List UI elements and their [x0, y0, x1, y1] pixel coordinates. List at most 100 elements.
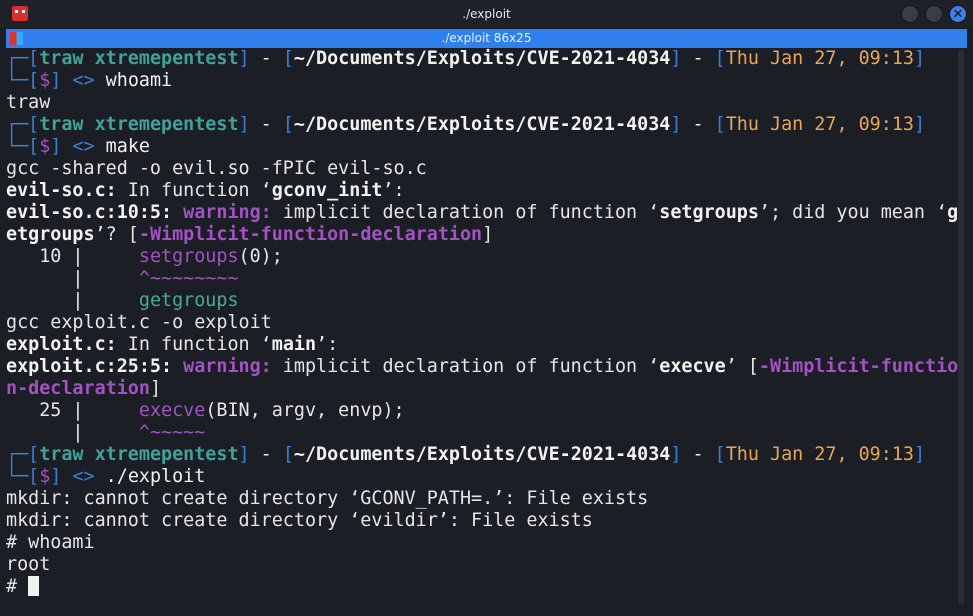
- terminal-line: exploit.c: In function ‘main’:: [6, 334, 954, 356]
- title-bar: ./exploit ✕: [0, 0, 973, 28]
- terminal-text: ’ [: [725, 356, 759, 377]
- terminal-text: -: [249, 48, 283, 69]
- terminal-text: execve: [138, 400, 206, 421]
- terminal-text: [: [282, 48, 294, 69]
- terminal-line: | ^~~~~~~~~: [6, 268, 954, 290]
- terminal-text: ]: [238, 114, 250, 135]
- terminal-text: #: [6, 576, 29, 597]
- terminal-line: root: [6, 554, 954, 576]
- terminal-line: | getgroups: [6, 290, 954, 312]
- terminal-cursor: [28, 576, 40, 596]
- terminal-text: |: [6, 268, 139, 289]
- terminal-text: [: [282, 444, 294, 465]
- terminal-text: -: [681, 114, 715, 135]
- terminal-text: ]: [913, 114, 926, 135]
- terminal-line: #: [6, 576, 954, 598]
- terminal-text: [: [714, 48, 726, 69]
- terminal-text: Thu Jan 27, 09:13: [725, 48, 914, 69]
- terminal-text: exploit.c:25:5:: [6, 356, 184, 377]
- terminal-text: (BIN, argv, envp);: [205, 400, 405, 421]
- terminal-line: mkdir: cannot create directory ‘GCONV_PA…: [6, 488, 954, 510]
- terminal-text: ]: [50, 136, 62, 157]
- terminal-text: -: [681, 48, 715, 69]
- terminal-text: whoami: [105, 70, 173, 91]
- terminal-line: evil-so.c: In function ‘gconv_init’:: [6, 180, 954, 202]
- terminal-text: warning:: [183, 356, 272, 377]
- terminal-text: ]: [670, 444, 682, 465]
- terminal-line: ┌─[traw xtremepentest] - [~/Documents/Ex…: [6, 48, 954, 70]
- terminal-line: └─[$] <> ./exploit: [6, 466, 954, 488]
- terminal-text: implicit declaration of function ‘: [271, 202, 660, 223]
- terminal-line: evil-so.c:10:5: warning: implicit declar…: [6, 202, 958, 224]
- terminal-text: $: [39, 136, 51, 157]
- terminal-text: main: [271, 334, 317, 355]
- terminal-text: ^~~~~~~~~: [138, 268, 239, 289]
- terminal-text: root: [6, 554, 51, 575]
- terminal-text: g: [947, 202, 959, 223]
- terminal-line: | ^~~~~~: [6, 422, 954, 444]
- terminal-text: mkdir: cannot create directory ‘evildir’…: [6, 510, 593, 531]
- terminal-text: gcc -shared -o evil.so -fPIC evil-so.c: [6, 158, 427, 179]
- terminal-line: n-declaration]: [6, 378, 954, 400]
- terminal-text: ’; did you mean ‘: [758, 202, 948, 223]
- terminal-text: In function ‘: [116, 180, 272, 201]
- terminal-text: └─[: [6, 136, 40, 157]
- terminal-text: <>: [61, 70, 106, 91]
- terminal-text: n-declaration: [6, 378, 150, 399]
- terminal-line: └─[$] <> whoami: [6, 70, 954, 92]
- terminal-text: ┌─[: [6, 114, 40, 135]
- terminal-text: [: [282, 114, 294, 135]
- terminal-text: [: [714, 114, 726, 135]
- scrollbar[interactable]: [958, 50, 964, 605]
- terminal-text: 25 |: [6, 400, 139, 421]
- terminal-text: warning:: [183, 202, 272, 223]
- terminal-text: [: [714, 444, 726, 465]
- terminal-text: exploit.c:: [6, 334, 117, 355]
- terminal-text: 10 |: [6, 246, 139, 267]
- terminal-text: execve: [659, 356, 726, 377]
- terminal-output[interactable]: ┌─[traw xtremepentest] - [~/Documents/Ex…: [6, 48, 958, 610]
- terminal-text: (0);: [238, 246, 283, 267]
- terminal-text: -Wimplicit-function-declaration: [138, 224, 483, 245]
- terminal-line: gcc -shared -o evil.so -fPIC evil-so.c: [6, 158, 954, 180]
- terminal-text: ~/Documents/Exploits/CVE-2021-4034: [293, 444, 671, 465]
- terminal-text: evil-so.c:: [6, 180, 117, 201]
- terminal-text: ┌─[: [6, 48, 40, 69]
- terminal-text: ’? [: [94, 224, 139, 245]
- terminal-text: implicit declaration of function ‘: [271, 356, 660, 377]
- terminal-text: ]: [670, 114, 682, 135]
- terminal-line: mkdir: cannot create directory ‘evildir’…: [6, 510, 954, 532]
- terminal-line: exploit.c:25:5: warning: implicit declar…: [6, 356, 958, 378]
- terminal-text: In function ‘: [116, 334, 272, 355]
- terminal-line: traw: [6, 92, 954, 114]
- terminal-text: ^~~~~~: [138, 422, 206, 443]
- terminal-text: ]: [149, 378, 162, 399]
- terminal-text: mkdir: cannot create directory ‘GCONV_PA…: [6, 488, 649, 509]
- terminal-text: traw xtremepentest: [39, 48, 239, 69]
- close-button[interactable]: ✕: [949, 5, 967, 23]
- terminal-text: $: [39, 466, 51, 487]
- terminal-text: |: [6, 290, 139, 311]
- terminal-text: etgroups: [6, 224, 95, 245]
- tab-title[interactable]: ./exploit 86x25: [6, 31, 967, 45]
- window-title: ./exploit: [462, 7, 511, 21]
- minimize-button[interactable]: [901, 5, 919, 23]
- terminal-text: ]: [670, 48, 682, 69]
- terminal-text: └─[: [6, 466, 40, 487]
- terminal-line: └─[$] <> make: [6, 136, 954, 158]
- terminal-text: -: [249, 444, 283, 465]
- terminal-text: -Wimplicit-functio: [758, 356, 959, 377]
- terminal-text: |: [6, 422, 139, 443]
- terminal-text: <>: [61, 466, 106, 487]
- terminal-text: ~/Documents/Exploits/CVE-2021-4034: [293, 48, 671, 69]
- terminal-text: ]: [50, 466, 62, 487]
- terminal-text: ]: [913, 48, 926, 69]
- terminal-line: etgroups’? [-Wimplicit-function-declarat…: [6, 224, 954, 246]
- terminal-line: ┌─[traw xtremepentest] - [~/Documents/Ex…: [6, 444, 954, 466]
- terminal-text: Thu Jan 27, 09:13: [725, 114, 914, 135]
- terminal-text: ./exploit: [105, 466, 206, 487]
- terminal-text: ]: [238, 444, 250, 465]
- terminal-text: ┌─[: [6, 444, 40, 465]
- terminal-line: ┌─[traw xtremepentest] - [~/Documents/Ex…: [6, 114, 954, 136]
- maximize-button[interactable]: [925, 5, 943, 23]
